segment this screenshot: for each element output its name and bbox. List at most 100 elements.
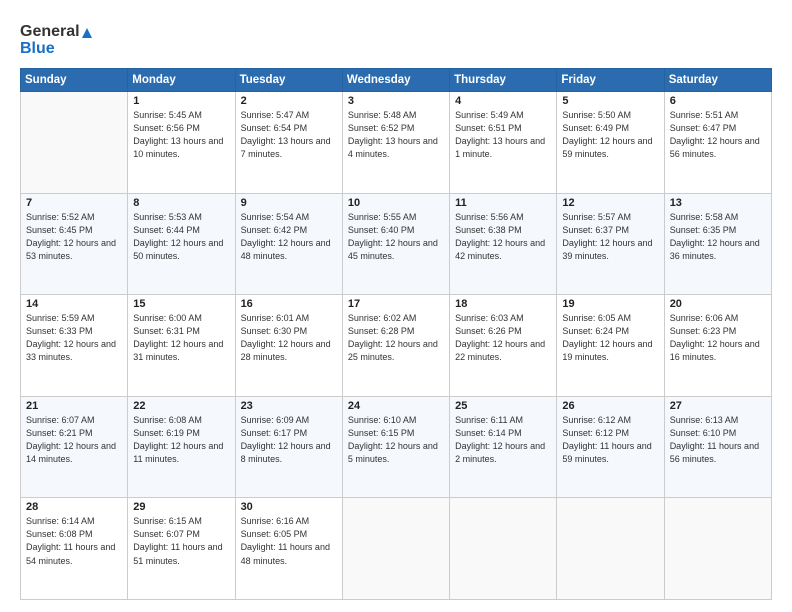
day-info: Sunrise: 5:51 AM Sunset: 6:47 PM Dayligh…	[670, 109, 766, 161]
day-info: Sunrise: 5:45 AM Sunset: 6:56 PM Dayligh…	[133, 109, 229, 161]
day-info: Sunrise: 5:52 AM Sunset: 6:45 PM Dayligh…	[26, 211, 122, 263]
calendar-cell: 16 Sunrise: 6:01 AM Sunset: 6:30 PM Dayli…	[235, 295, 342, 397]
calendar-cell: 26 Sunrise: 6:12 AM Sunset: 6:12 PM Dayli…	[557, 396, 664, 498]
day-info: Sunrise: 5:56 AM Sunset: 6:38 PM Dayligh…	[455, 211, 551, 263]
day-info: Sunrise: 6:11 AM Sunset: 6:14 PM Dayligh…	[455, 414, 551, 466]
calendar-cell: 2 Sunrise: 5:47 AM Sunset: 6:54 PM Daylig…	[235, 92, 342, 194]
calendar-cell: 15 Sunrise: 6:00 AM Sunset: 6:31 PM Dayli…	[128, 295, 235, 397]
day-info: Sunrise: 6:12 AM Sunset: 6:12 PM Dayligh…	[562, 414, 658, 466]
day-number: 14	[26, 298, 122, 310]
day-info: Sunrise: 6:14 AM Sunset: 6:08 PM Dayligh…	[26, 515, 122, 567]
day-info: Sunrise: 6:03 AM Sunset: 6:26 PM Dayligh…	[455, 312, 551, 364]
day-info: Sunrise: 6:06 AM Sunset: 6:23 PM Dayligh…	[670, 312, 766, 364]
calendar-cell: 29Sunrise: 6:15 AM Sunset: 6:07 PM Dayli…	[128, 498, 235, 600]
weekday-header-monday: Monday	[128, 69, 235, 92]
day-number: 29	[133, 501, 229, 513]
calendar-cell	[450, 498, 557, 600]
day-number: 18	[455, 298, 551, 310]
day-info: Sunrise: 5:47 AM Sunset: 6:54 PM Dayligh…	[241, 109, 337, 161]
day-number: 1	[133, 95, 229, 107]
day-info: Sunrise: 6:10 AM Sunset: 6:15 PM Dayligh…	[348, 414, 444, 466]
day-number: 12	[562, 197, 658, 209]
day-info: Sunrise: 6:13 AM Sunset: 6:10 PM Dayligh…	[670, 414, 766, 466]
calendar-cell: 11 Sunrise: 5:56 AM Sunset: 6:38 PM Dayli…	[450, 193, 557, 295]
calendar-cell: 23 Sunrise: 6:09 AM Sunset: 6:17 PM Dayli…	[235, 396, 342, 498]
calendar-cell: 21 Sunrise: 6:07 AM Sunset: 6:21 PM Dayli…	[21, 396, 128, 498]
calendar-table: SundayMondayTuesdayWednesdayThursdayFrid…	[20, 68, 772, 600]
day-info: Sunrise: 5:50 AM Sunset: 6:49 PM Dayligh…	[562, 109, 658, 161]
calendar-cell: 9Sunrise: 5:54 AM Sunset: 6:42 PM Daylig…	[235, 193, 342, 295]
day-number: 2	[241, 95, 337, 107]
day-number: 24	[348, 400, 444, 412]
day-number: 7	[26, 197, 122, 209]
page-header: GeneralBlue	[20, 18, 772, 58]
calendar-week-row: 7 Sunrise: 5:52 AM Sunset: 6:45 PM Daylig…	[21, 193, 772, 295]
calendar-week-row: 14 Sunrise: 5:59 AM Sunset: 6:33 PM Dayli…	[21, 295, 772, 397]
day-number: 26	[562, 400, 658, 412]
calendar-cell: 19Sunrise: 6:05 AM Sunset: 6:24 PM Dayli…	[557, 295, 664, 397]
calendar-header-row: SundayMondayTuesdayWednesdayThursdayFrid…	[21, 69, 772, 92]
weekday-header-thursday: Thursday	[450, 69, 557, 92]
day-number: 3	[348, 95, 444, 107]
day-number: 30	[241, 501, 337, 513]
day-number: 11	[455, 197, 551, 209]
calendar-cell: 24 Sunrise: 6:10 AM Sunset: 6:15 PM Dayli…	[342, 396, 449, 498]
calendar-cell: 10 Sunrise: 5:55 AM Sunset: 6:40 PM Dayli…	[342, 193, 449, 295]
calendar-cell: 25Sunrise: 6:11 AM Sunset: 6:14 PM Dayli…	[450, 396, 557, 498]
day-number: 27	[670, 400, 766, 412]
day-number: 13	[670, 197, 766, 209]
day-info: Sunrise: 5:54 AM Sunset: 6:42 PM Dayligh…	[241, 211, 337, 263]
day-info: Sunrise: 6:05 AM Sunset: 6:24 PM Dayligh…	[562, 312, 658, 364]
day-info: Sunrise: 6:00 AM Sunset: 6:31 PM Dayligh…	[133, 312, 229, 364]
calendar-cell: 27 Sunrise: 6:13 AM Sunset: 6:10 PM Dayli…	[664, 396, 771, 498]
calendar-week-row: 1 Sunrise: 5:45 AM Sunset: 6:56 PM Daylig…	[21, 92, 772, 194]
calendar-cell: 13 Sunrise: 5:58 AM Sunset: 6:35 PM Dayli…	[664, 193, 771, 295]
calendar-cell: 28 Sunrise: 6:14 AM Sunset: 6:08 PM Dayli…	[21, 498, 128, 600]
calendar-cell: 12 Sunrise: 5:57 AM Sunset: 6:37 PM Dayli…	[557, 193, 664, 295]
day-number: 23	[241, 400, 337, 412]
day-number: 20	[670, 298, 766, 310]
day-number: 5	[562, 95, 658, 107]
calendar-cell	[342, 498, 449, 600]
calendar-cell: 18 Sunrise: 6:03 AM Sunset: 6:26 PM Dayli…	[450, 295, 557, 397]
weekday-header-tuesday: Tuesday	[235, 69, 342, 92]
logo: GeneralBlue	[20, 18, 100, 58]
day-info: Sunrise: 6:02 AM Sunset: 6:28 PM Dayligh…	[348, 312, 444, 364]
calendar-week-row: 21 Sunrise: 6:07 AM Sunset: 6:21 PM Dayli…	[21, 396, 772, 498]
day-info: Sunrise: 5:58 AM Sunset: 6:35 PM Dayligh…	[670, 211, 766, 263]
day-info: Sunrise: 6:16 AM Sunset: 6:05 PM Dayligh…	[241, 515, 337, 567]
calendar-cell: 5 Sunrise: 5:50 AM Sunset: 6:49 PM Daylig…	[557, 92, 664, 194]
day-number: 16	[241, 298, 337, 310]
svg-text:General: General	[20, 23, 80, 40]
calendar-cell	[21, 92, 128, 194]
day-number: 15	[133, 298, 229, 310]
calendar-cell: 20 Sunrise: 6:06 AM Sunset: 6:23 PM Dayli…	[664, 295, 771, 397]
day-info: Sunrise: 5:48 AM Sunset: 6:52 PM Dayligh…	[348, 109, 444, 161]
calendar-cell: 4Sunrise: 5:49 AM Sunset: 6:51 PM Daylig…	[450, 92, 557, 194]
calendar-cell	[557, 498, 664, 600]
day-info: Sunrise: 5:53 AM Sunset: 6:44 PM Dayligh…	[133, 211, 229, 263]
svg-text:Blue: Blue	[20, 40, 55, 57]
day-info: Sunrise: 5:59 AM Sunset: 6:33 PM Dayligh…	[26, 312, 122, 364]
day-info: Sunrise: 5:57 AM Sunset: 6:37 PM Dayligh…	[562, 211, 658, 263]
day-number: 8	[133, 197, 229, 209]
day-info: Sunrise: 6:09 AM Sunset: 6:17 PM Dayligh…	[241, 414, 337, 466]
calendar-cell: 30 Sunrise: 6:16 AM Sunset: 6:05 PM Dayli…	[235, 498, 342, 600]
day-info: Sunrise: 6:01 AM Sunset: 6:30 PM Dayligh…	[241, 312, 337, 364]
day-number: 6	[670, 95, 766, 107]
calendar-cell: 8 Sunrise: 5:53 AM Sunset: 6:44 PM Daylig…	[128, 193, 235, 295]
day-info: Sunrise: 6:08 AM Sunset: 6:19 PM Dayligh…	[133, 414, 229, 466]
weekday-header-wednesday: Wednesday	[342, 69, 449, 92]
day-info: Sunrise: 6:07 AM Sunset: 6:21 PM Dayligh…	[26, 414, 122, 466]
weekday-header-saturday: Saturday	[664, 69, 771, 92]
calendar-cell: 6 Sunrise: 5:51 AM Sunset: 6:47 PM Daylig…	[664, 92, 771, 194]
calendar-cell: 22Sunrise: 6:08 AM Sunset: 6:19 PM Dayli…	[128, 396, 235, 498]
day-number: 10	[348, 197, 444, 209]
day-number: 28	[26, 501, 122, 513]
calendar-cell: 7 Sunrise: 5:52 AM Sunset: 6:45 PM Daylig…	[21, 193, 128, 295]
calendar-cell	[664, 498, 771, 600]
calendar-cell: 14 Sunrise: 5:59 AM Sunset: 6:33 PM Dayli…	[21, 295, 128, 397]
day-number: 21	[26, 400, 122, 412]
day-info: Sunrise: 5:55 AM Sunset: 6:40 PM Dayligh…	[348, 211, 444, 263]
day-info: Sunrise: 5:49 AM Sunset: 6:51 PM Dayligh…	[455, 109, 551, 161]
